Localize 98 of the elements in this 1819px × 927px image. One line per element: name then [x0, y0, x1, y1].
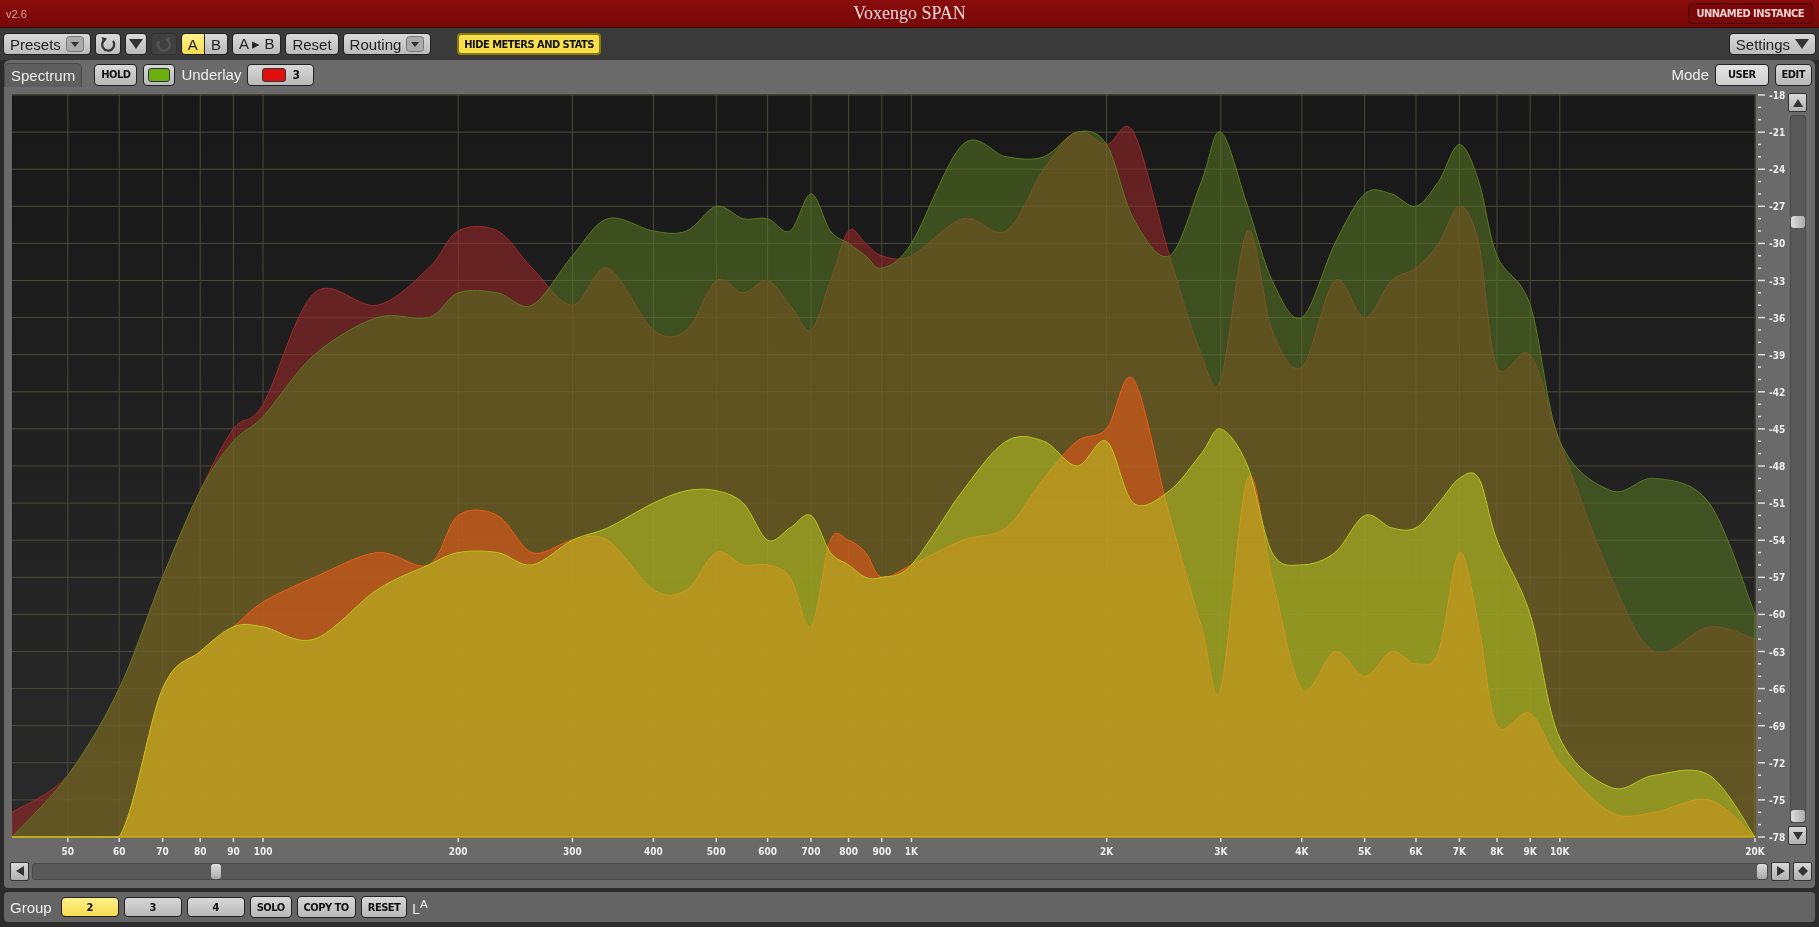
underlay-button[interactable]: 3	[247, 63, 315, 86]
mode-button[interactable]: EDIT	[1774, 63, 1812, 86]
axis-label: -66	[1769, 683, 1786, 695]
left-arrow-icon	[15, 866, 24, 876]
axis-label: 50	[61, 846, 75, 857]
mode-button[interactable]: USER	[1715, 63, 1769, 86]
axis-label: 8K	[1490, 846, 1504, 857]
axis-label: -48	[1769, 461, 1786, 472]
axis-label: -69	[1769, 720, 1786, 732]
axis-label: 600	[758, 846, 777, 857]
axis-label: -18	[1769, 90, 1786, 101]
hold-button[interactable]: HOLD	[94, 63, 138, 86]
scroll-left-button[interactable]	[10, 861, 29, 881]
range-scrollbar[interactable]	[1790, 115, 1806, 823]
axis-label: 3K	[1214, 846, 1228, 857]
axis-label: -33	[1769, 275, 1786, 287]
scroll-handle[interactable]	[1791, 810, 1805, 822]
axis-label: 300	[563, 846, 582, 857]
color-button[interactable]	[143, 63, 176, 86]
underlay-label: Underlay	[181, 66, 242, 83]
axis-label: 70	[156, 846, 169, 857]
axis-label: -75	[1769, 794, 1786, 806]
fit-button[interactable]	[1793, 861, 1812, 881]
diamond-icon	[1797, 866, 1808, 876]
group-label: Group	[10, 898, 52, 916]
circular-arrow-icon	[98, 35, 117, 53]
axis-label: -54	[1769, 535, 1786, 547]
axis-label: 6K	[1409, 846, 1423, 857]
axis-label: 700	[801, 846, 821, 857]
range-scrollbar[interactable]	[32, 862, 1768, 880]
axis-label: -39	[1769, 349, 1786, 361]
dropdown-button[interactable]: Routing	[342, 33, 432, 55]
axis-label: 100	[253, 846, 273, 857]
dropdown-button[interactable]: Presets	[3, 33, 91, 55]
toggle-button[interactable]: HIDE METERS AND STATS	[457, 33, 601, 55]
axis-label: 90	[227, 846, 240, 857]
toolbar-button[interactable]: A ▸ B	[231, 33, 282, 55]
axis-label: 10K	[1550, 846, 1570, 857]
settings-button[interactable]: Settings	[1728, 33, 1816, 55]
axis-label: 4K	[1295, 846, 1309, 857]
axis-label: -42	[1769, 386, 1786, 398]
axis-label: -45	[1769, 423, 1786, 435]
mode-label: Mode	[1671, 66, 1710, 83]
group-button[interactable]: 3	[123, 897, 182, 917]
dropdown-caret-icon	[406, 36, 425, 52]
scroll-handle[interactable]	[211, 863, 221, 879]
axis-label: 7K	[1452, 846, 1466, 857]
up-arrow-icon	[1792, 98, 1803, 107]
axis-label: -78	[1769, 832, 1786, 843]
axis-label: -27	[1769, 201, 1786, 213]
down-arrow-icon	[1792, 831, 1803, 840]
axis-label: 60	[112, 846, 126, 857]
axis-label: 20K	[1745, 846, 1765, 857]
axis-label: 80	[193, 846, 207, 857]
toolbar-button[interactable]: Reset	[285, 33, 339, 55]
preset-slot-tab[interactable]: A	[180, 33, 205, 55]
scroll-down-button[interactable]	[1788, 826, 1807, 845]
group-button[interactable]: 4	[186, 897, 245, 917]
axis-label: -63	[1769, 646, 1786, 658]
down-triangle-icon	[128, 39, 143, 49]
axis-label: -36	[1769, 312, 1786, 324]
window-title: Voxengo SPAN	[853, 3, 966, 24]
axis-label: 1K	[904, 846, 919, 857]
axis-label: -60	[1769, 609, 1786, 621]
right-arrow-icon	[1776, 866, 1785, 876]
axis-label: -72	[1769, 757, 1786, 769]
group-action-button[interactable]: RESET	[360, 896, 408, 918]
underlay-number: 3	[292, 67, 300, 82]
undo-button[interactable]	[94, 33, 121, 55]
axis-label: -21	[1769, 127, 1786, 139]
axis-label: -30	[1769, 238, 1786, 250]
scroll-handle[interactable]	[1757, 863, 1767, 879]
axis-label: 900	[872, 846, 892, 857]
axis-label: 800	[839, 846, 858, 857]
preset-slot-tab[interactable]: B	[204, 33, 228, 55]
axis-label: 2K	[1100, 846, 1114, 857]
dropdown-caret-icon	[65, 36, 84, 52]
axis-label: 400	[644, 846, 663, 857]
channel-label: L$^{A}$	[412, 897, 428, 917]
group-action-button[interactable]: SOLO	[249, 896, 292, 918]
group-button[interactable]: 2	[60, 897, 119, 917]
scroll-right-button[interactable]	[1771, 861, 1790, 881]
axis-label: -24	[1769, 164, 1786, 176]
axis-label: -57	[1769, 572, 1786, 584]
scroll-handle[interactable]	[1791, 216, 1805, 228]
circular-arrow-icon	[154, 35, 173, 53]
scroll-up-button[interactable]	[1788, 93, 1807, 112]
spectrum-tab[interactable]: Spectrum	[4, 62, 83, 87]
axis-label: -51	[1769, 498, 1786, 510]
down-triangle-icon	[1795, 39, 1809, 49]
axis-label: 200	[448, 846, 468, 857]
axis-label: 5K	[1358, 846, 1372, 857]
axis-label: 9K	[1523, 846, 1537, 857]
menu-button[interactable]	[124, 33, 147, 55]
version-label: v2.6	[6, 7, 27, 20]
axis-label: 500	[706, 846, 726, 857]
instance-button[interactable]: UNNAMED INSTANCE	[1687, 3, 1813, 24]
group-action-button[interactable]: COPY TO	[296, 896, 356, 918]
